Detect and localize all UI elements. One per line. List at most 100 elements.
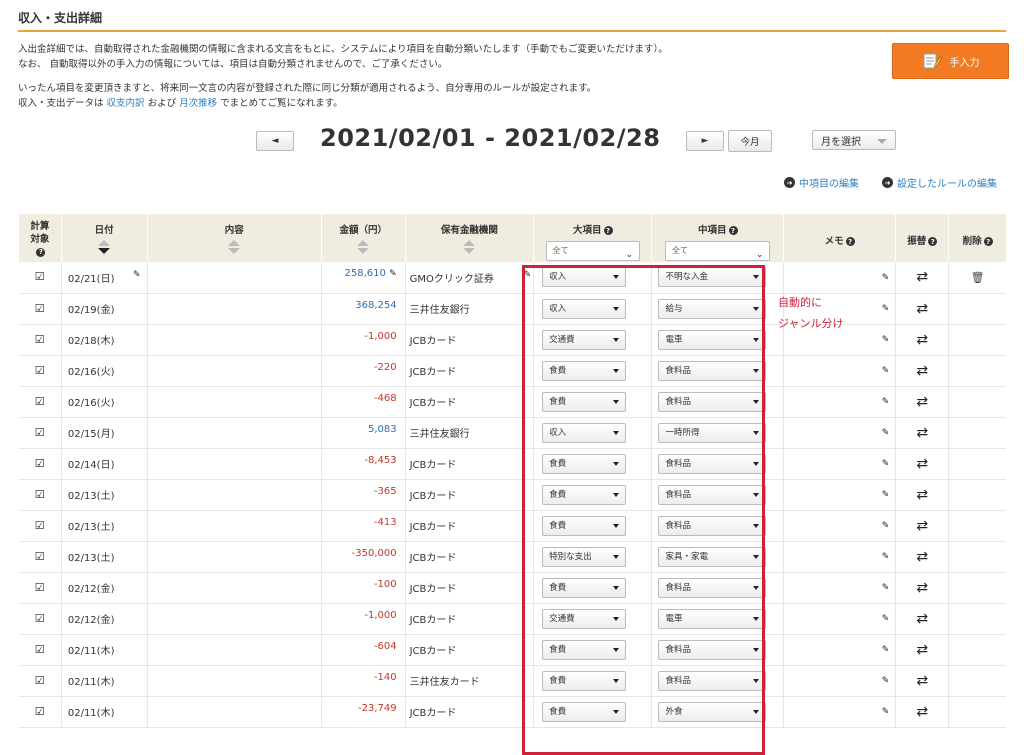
- large-category-filter[interactable]: 全て ⌄: [545, 241, 641, 261]
- calc-checkbox[interactable]: ☑: [18, 634, 62, 666]
- help-icon[interactable]: ?: [36, 248, 46, 257]
- header-content[interactable]: 内容: [146, 214, 322, 262]
- transfer-swap-icon[interactable]: ⇄: [916, 673, 928, 689]
- mid-category-select[interactable]: 食料品: [658, 515, 767, 536]
- large-category-select[interactable]: 収入: [542, 422, 627, 443]
- transfer-swap-icon[interactable]: ⇄: [916, 549, 928, 565]
- calc-checkbox[interactable]: ☑: [18, 696, 62, 728]
- calc-checkbox[interactable]: ☑: [18, 572, 62, 604]
- edit-memo-pencil-icon[interactable]: ✎: [882, 397, 890, 407]
- mid-category-select[interactable]: 食料品: [658, 360, 767, 381]
- header-amount[interactable]: 金額（円）: [320, 214, 406, 262]
- transfer-swap-icon[interactable]: ⇄: [916, 425, 928, 441]
- mid-category-select[interactable]: 食料品: [658, 639, 767, 660]
- edit-pencil-icon[interactable]: ✎: [389, 269, 397, 279]
- edit-memo-pencil-icon[interactable]: ✎: [882, 273, 890, 283]
- calc-checkbox[interactable]: ☑: [18, 665, 62, 697]
- summary-link-breakdown[interactable]: 収支内訳: [107, 98, 145, 109]
- transfer-swap-icon[interactable]: ⇄: [916, 456, 928, 472]
- edit-memo-pencil-icon[interactable]: ✎: [882, 490, 890, 500]
- edit-rules-link[interactable]: ➜ 設定したルールの編集: [882, 175, 997, 190]
- edit-memo-pencil-icon[interactable]: ✎: [882, 304, 890, 314]
- transfer-swap-icon[interactable]: ⇄: [916, 363, 928, 379]
- mid-category-select[interactable]: 一時所得: [658, 422, 767, 443]
- current-month-button[interactable]: 今月: [728, 130, 772, 152]
- mid-category-select[interactable]: 食料品: [658, 670, 767, 691]
- calc-checkbox[interactable]: ☑: [18, 417, 62, 449]
- calc-checkbox[interactable]: ☑: [18, 324, 62, 356]
- help-icon[interactable]: ?: [928, 237, 938, 246]
- edit-memo-pencil-icon[interactable]: ✎: [882, 366, 890, 376]
- large-category-select[interactable]: 食費: [542, 701, 627, 722]
- mid-category-select[interactable]: 給与: [658, 298, 767, 319]
- large-category-select[interactable]: 特別な支出: [542, 546, 627, 567]
- transfer-swap-icon[interactable]: ⇄: [916, 642, 928, 658]
- large-category-select[interactable]: 食費: [542, 453, 627, 474]
- sort-icon[interactable]: [228, 240, 241, 254]
- mid-category-select[interactable]: 不明な入金: [658, 267, 767, 288]
- large-category-select[interactable]: 食費: [542, 577, 627, 598]
- edit-memo-pencil-icon[interactable]: ✎: [882, 521, 890, 531]
- transfer-swap-icon[interactable]: ⇄: [916, 518, 928, 534]
- mid-category-select[interactable]: 食料品: [658, 453, 767, 474]
- large-category-select[interactable]: 食費: [542, 484, 627, 505]
- month-select[interactable]: 月を選択: [812, 130, 896, 150]
- calc-checkbox[interactable]: ☑: [18, 479, 62, 511]
- mid-category-select[interactable]: 家具・家電: [658, 546, 767, 567]
- calc-checkbox[interactable]: ☑: [18, 293, 62, 325]
- transfer-swap-icon[interactable]: ⇄: [916, 301, 928, 317]
- summary-link-monthly[interactable]: 月次推移: [179, 98, 217, 109]
- edit-memo-pencil-icon[interactable]: ✎: [882, 707, 890, 717]
- edit-pencil-icon[interactable]: ✎: [133, 270, 141, 280]
- mid-category-select[interactable]: 外食: [658, 701, 767, 722]
- edit-memo-pencil-icon[interactable]: ✎: [882, 459, 890, 469]
- large-category-select[interactable]: 交通費: [542, 608, 627, 629]
- transfer-swap-icon[interactable]: ⇄: [916, 332, 928, 348]
- next-month-button[interactable]: ►: [686, 131, 724, 151]
- sort-icon[interactable]: [463, 240, 476, 254]
- header-date[interactable]: 日付: [60, 214, 148, 262]
- edit-mid-category-link[interactable]: ➜ 中項目の編集: [784, 175, 859, 190]
- large-category-select[interactable]: 食費: [542, 515, 627, 536]
- edit-memo-pencil-icon[interactable]: ✎: [882, 552, 890, 562]
- transfer-swap-icon[interactable]: ⇄: [916, 611, 928, 627]
- edit-memo-pencil-icon[interactable]: ✎: [882, 614, 890, 624]
- transfer-swap-icon[interactable]: ⇄: [916, 487, 928, 503]
- help-icon[interactable]: ?: [845, 237, 855, 246]
- edit-memo-pencil-icon[interactable]: ✎: [882, 428, 890, 438]
- large-category-select[interactable]: 交通費: [542, 329, 627, 350]
- edit-memo-pencil-icon[interactable]: ✎: [882, 676, 890, 686]
- sort-icon[interactable]: [357, 240, 370, 254]
- calc-checkbox[interactable]: ☑: [18, 262, 62, 294]
- mid-category-select[interactable]: 食料品: [658, 577, 767, 598]
- calc-checkbox[interactable]: ☑: [18, 355, 62, 387]
- help-icon[interactable]: ?: [728, 226, 738, 235]
- large-category-select[interactable]: 収入: [542, 298, 627, 319]
- transfer-swap-icon[interactable]: ⇄: [916, 269, 928, 285]
- mid-category-filter[interactable]: 全て ⌄: [665, 241, 771, 261]
- large-category-select[interactable]: 食費: [542, 391, 627, 412]
- large-category-select[interactable]: 食費: [542, 360, 627, 381]
- sort-icon[interactable]: [98, 240, 111, 254]
- help-icon[interactable]: ?: [983, 237, 993, 246]
- mid-category-select[interactable]: 電車: [658, 329, 767, 350]
- help-icon[interactable]: ?: [603, 226, 613, 235]
- large-category-select[interactable]: 食費: [542, 670, 627, 691]
- large-category-select[interactable]: 収入: [542, 267, 627, 288]
- calc-checkbox[interactable]: ☑: [18, 448, 62, 480]
- prev-month-button[interactable]: ◄: [256, 131, 294, 151]
- header-institution[interactable]: 保有金融機関: [404, 214, 534, 262]
- trash-icon[interactable]: 🗑: [971, 271, 985, 284]
- calc-checkbox[interactable]: ☑: [18, 386, 62, 418]
- mid-category-select[interactable]: 食料品: [658, 391, 767, 412]
- mid-category-select[interactable]: 食料品: [658, 484, 767, 505]
- calc-checkbox[interactable]: ☑: [18, 510, 62, 542]
- edit-memo-pencil-icon[interactable]: ✎: [882, 335, 890, 345]
- calc-checkbox[interactable]: ☑: [18, 541, 62, 573]
- edit-memo-pencil-icon[interactable]: ✎: [882, 583, 890, 593]
- manual-entry-button[interactable]: 手入力: [892, 43, 1009, 79]
- mid-category-select[interactable]: 電車: [658, 608, 767, 629]
- edit-pencil-icon[interactable]: ✎: [524, 270, 532, 280]
- transfer-swap-icon[interactable]: ⇄: [916, 704, 928, 720]
- large-category-select[interactable]: 食費: [542, 639, 627, 660]
